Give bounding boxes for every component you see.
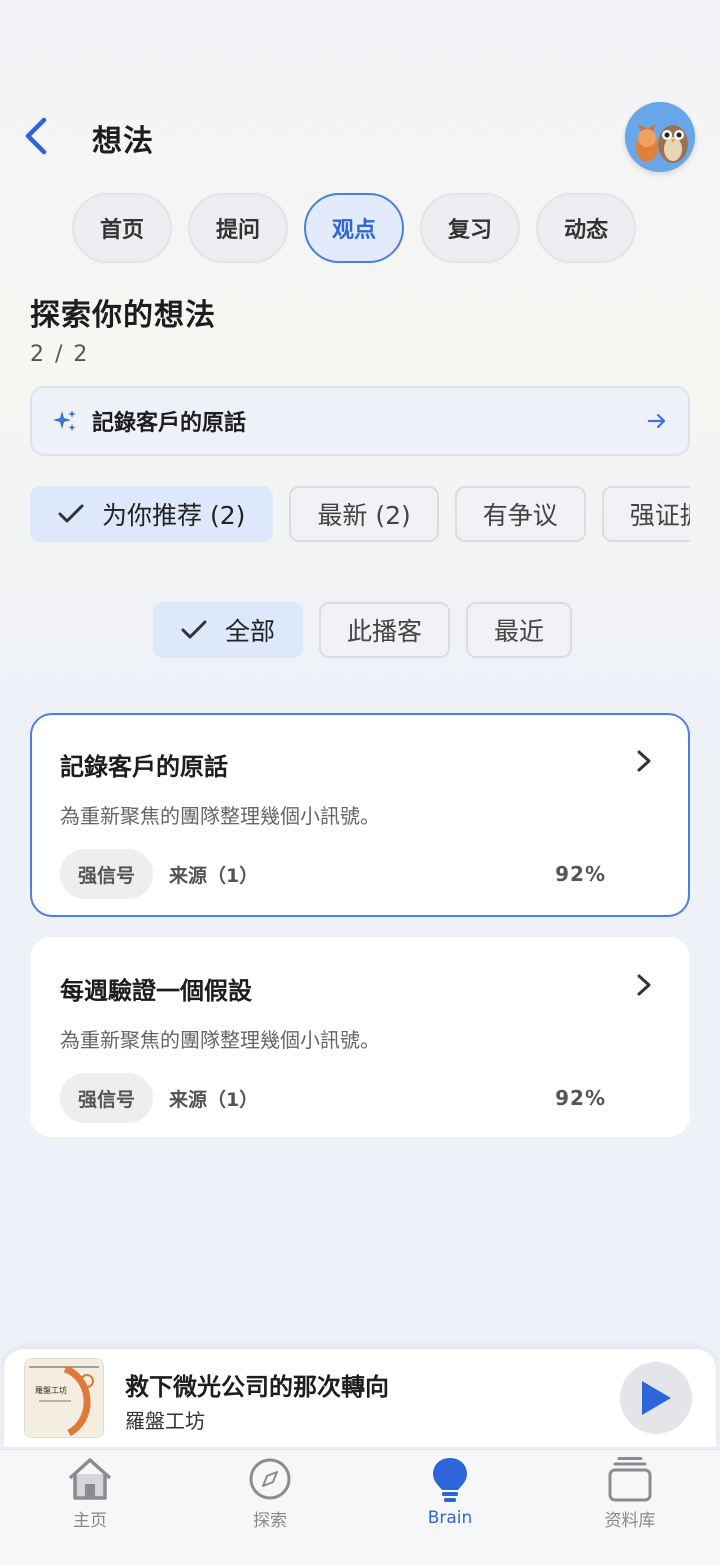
library-icon (608, 1457, 652, 1502)
podcast-name: 羅盤工坊 (125, 1409, 205, 1433)
nav-brain[interactable]: Brain (360, 1450, 540, 1565)
confidence-score: 92% (555, 862, 606, 886)
source-count[interactable]: 来源（1） (169, 1085, 555, 1112)
section-tabs: 首页 提问 观点 复习 动态 (72, 193, 637, 263)
filter-controversial[interactable]: 有争议 (454, 486, 586, 542)
card-description: 為重新聚焦的團隊整理幾個小訊號。 (60, 804, 380, 828)
chevron-left-icon (25, 117, 47, 155)
strength-badge: 强信号 (60, 849, 154, 899)
lightbulb-icon (433, 1458, 467, 1502)
compass-icon (249, 1458, 291, 1500)
back-button[interactable] (14, 112, 58, 160)
play-button[interactable] (620, 1362, 692, 1434)
nav-label: Brain (427, 1508, 473, 1528)
page-title: 想法 (92, 124, 154, 159)
scope-label: 全部 (225, 617, 276, 646)
cover-title: 羅盤工坊 (35, 1386, 67, 1395)
card-description: 為重新聚焦的團隊整理幾個小訊號。 (60, 1028, 380, 1052)
section-title: 探索你的想法 (30, 298, 216, 333)
arrow-right-icon (647, 413, 666, 429)
tab-activity[interactable]: 动态 (536, 193, 637, 263)
card-title: 每週驗證一個假設 (60, 977, 252, 1005)
suggestion-label: 記錄客戶的原話 (92, 411, 247, 436)
filter-recommended[interactable]: 为你推荐 (2) (30, 486, 274, 542)
tab-home[interactable]: 首页 (72, 193, 173, 263)
source-count[interactable]: 来源（1） (169, 861, 555, 888)
suggestion-bar[interactable]: 記錄客戶的原話 (30, 386, 690, 456)
nav-home[interactable]: 主页 (0, 1450, 180, 1565)
checkmark-icon (58, 503, 84, 525)
scope-recent[interactable]: 最近 (466, 602, 573, 658)
bottom-nav: 主页 探索 Brain 资料库 (0, 1449, 720, 1565)
nav-label: 主页 (73, 1511, 107, 1531)
chevron-right-icon (637, 974, 651, 996)
home-icon (68, 1458, 112, 1500)
page-counter: 2 / 2 (30, 342, 90, 367)
avatar[interactable] (625, 102, 695, 172)
nav-explore[interactable]: 探索 (180, 1450, 360, 1565)
filter-latest[interactable]: 最新 (2) (289, 486, 439, 542)
nav-label: 探索 (253, 1511, 287, 1531)
idea-card[interactable]: 每週驗證一個假設 為重新聚焦的團隊整理幾個小訊號。 强信号 来源（1） 92% (30, 937, 690, 1137)
tab-viewpoints[interactable]: 观点 (304, 193, 405, 263)
scope-all[interactable]: 全部 (153, 602, 304, 658)
nav-library[interactable]: 资料库 (540, 1450, 720, 1565)
scope-this-podcast[interactable]: 此播客 (319, 602, 451, 658)
filter-chip-row[interactable]: 为你推荐 (2) 最新 (2) 有争议 强证据 (30, 486, 690, 542)
strength-badge: 强信号 (60, 1073, 154, 1123)
tab-questions[interactable]: 提问 (188, 193, 289, 263)
sparkle-icon (53, 410, 76, 431)
filter-label: 为你推荐 (2) (102, 501, 246, 530)
play-icon (642, 1381, 671, 1415)
episode-title: 救下微光公司的那次轉向 (125, 1373, 389, 1401)
card-title: 記錄客戶的原話 (60, 753, 228, 781)
scope-chip-row: 全部 此播客 最近 (153, 602, 573, 658)
confidence-score: 92% (555, 1086, 606, 1110)
checkmark-icon (181, 619, 207, 641)
mini-player[interactable]: 羅盤工坊 救下微光公司的那次轉向 羅盤工坊 (4, 1349, 716, 1447)
filter-strong-evidence[interactable]: 强证据 (601, 486, 690, 542)
nav-label: 资料库 (604, 1511, 656, 1531)
idea-card[interactable]: 記錄客戶的原話 為重新聚焦的團隊整理幾個小訊號。 强信号 来源（1） 92% (30, 713, 690, 917)
tab-review[interactable]: 复习 (420, 193, 521, 263)
chevron-right-icon (637, 750, 651, 772)
podcast-cover: 羅盤工坊 (24, 1358, 104, 1438)
